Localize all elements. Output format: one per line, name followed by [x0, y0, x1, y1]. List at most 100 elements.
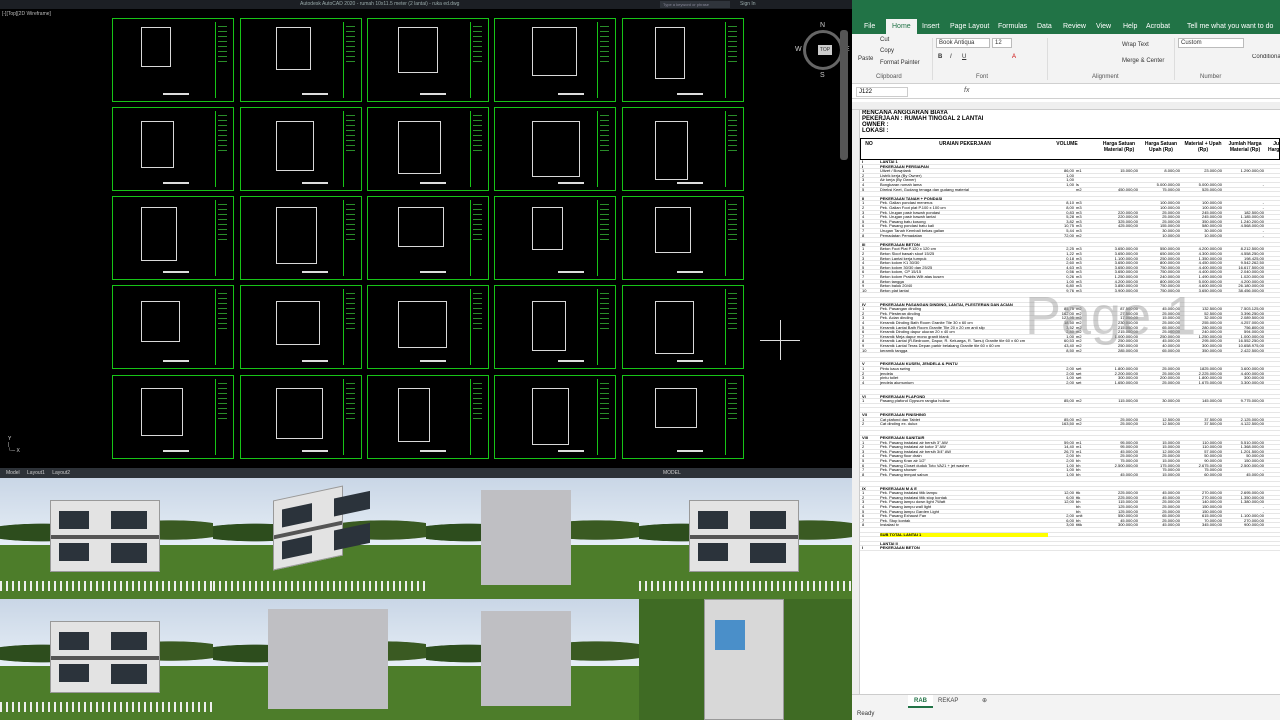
viewcube-top-face[interactable]: TOP	[818, 45, 832, 55]
drawing-sheet[interactable]	[622, 18, 744, 102]
conditional-formatting-button[interactable]: Conditional Formatting	[1252, 54, 1280, 60]
name-box[interactable]: J122	[856, 87, 908, 97]
autocad-statusbar: Model Layout1 Layout2 MODEL	[0, 468, 852, 478]
render-thumbnail[interactable]	[639, 478, 852, 599]
wrap-text-button[interactable]: Wrap Text	[1122, 42, 1149, 48]
merge-center-button[interactable]: Merge & Center	[1122, 58, 1164, 64]
cut-button[interactable]: Cut	[880, 37, 889, 43]
drawing-sheet[interactable]	[622, 375, 744, 459]
drawing-sheet[interactable]	[240, 107, 362, 191]
fence	[213, 581, 426, 591]
fence	[639, 581, 852, 591]
bold-button[interactable]: B	[938, 54, 942, 60]
underline-button[interactable]: U	[962, 54, 966, 60]
fence	[0, 702, 213, 712]
plan-drawing	[276, 121, 314, 171]
model-space-toggle[interactable]: MODEL	[663, 468, 681, 478]
autocad-search-input[interactable]: Type a keyword or phrase	[660, 1, 730, 8]
plan-drawing	[398, 27, 438, 73]
tab-data[interactable]: Data	[1037, 19, 1052, 34]
number-format-select[interactable]: Custom	[1178, 38, 1244, 48]
drawing-sheet[interactable]	[622, 196, 744, 280]
fx-icon[interactable]: fx	[964, 87, 969, 94]
drawing-sheet[interactable]	[367, 107, 489, 191]
sheet-label	[677, 271, 703, 273]
render-thumbnail[interactable]	[426, 599, 639, 720]
viewcube[interactable]: TOP	[803, 30, 843, 70]
render-thumbnail[interactable]	[213, 478, 426, 599]
tab-help[interactable]: Help	[1123, 19, 1137, 34]
tab-layout2[interactable]: Layout2	[52, 470, 70, 476]
tab-layout1[interactable]: Layout1	[27, 470, 45, 476]
render-gallery	[0, 478, 852, 720]
italic-button[interactable]: I	[950, 54, 952, 60]
sheet-label	[163, 93, 189, 95]
sheet-tab-rekap[interactable]: REKAP	[938, 695, 958, 708]
tab-review[interactable]: Review	[1063, 19, 1086, 34]
tab-page-layout[interactable]: Page Layout	[950, 19, 989, 34]
paste-button[interactable]: Paste	[858, 56, 873, 62]
drawing-sheet[interactable]	[367, 18, 489, 102]
sign-in-button[interactable]: Sign In	[740, 0, 756, 9]
render-thumbnail[interactable]	[639, 599, 852, 720]
drawing-sheet[interactable]	[112, 285, 234, 369]
sheet-tab-rab[interactable]: RAB	[908, 695, 933, 708]
drawing-sheet[interactable]	[367, 375, 489, 459]
drawing-sheet[interactable]	[494, 196, 616, 280]
tab-formulas[interactable]: Formulas	[998, 19, 1027, 34]
tab-acrobat[interactable]: Acrobat	[1146, 19, 1170, 34]
drawing-sheet[interactable]	[112, 375, 234, 459]
font-size-select[interactable]: 12	[992, 38, 1012, 48]
cell-d[interactable]: PEKERJAAN BETON	[880, 546, 1048, 551]
drawing-sheet[interactable]	[622, 107, 744, 191]
section-row[interactable]: I PEKERJAAN BETON	[860, 546, 1280, 551]
sheet-label	[302, 271, 328, 273]
drawing-sheet[interactable]	[494, 285, 616, 369]
window	[282, 535, 312, 560]
render-thumbnail[interactable]	[426, 478, 639, 599]
tab-insert[interactable]: Insert	[922, 19, 940, 34]
drawing-sheet[interactable]	[112, 18, 234, 102]
font-color-button[interactable]: A	[1012, 54, 1016, 60]
tab-home[interactable]: Home	[886, 19, 917, 34]
drawing-sheet[interactable]	[622, 285, 744, 369]
drawing-sheet[interactable]	[367, 285, 489, 369]
worksheet-grid[interactable]: RENCANA ANGGARAN BIAYA PEKERJAAN : RUMAH…	[860, 110, 1280, 694]
title-block-column	[215, 200, 229, 276]
title-block-column	[725, 111, 739, 187]
header-no: NO	[865, 141, 873, 147]
drawing-sheet[interactable]	[240, 196, 362, 280]
plan-drawing	[655, 27, 685, 79]
copy-button[interactable]: Copy	[880, 48, 894, 54]
drawing-sheet[interactable]	[240, 18, 362, 102]
tab-model[interactable]: Model	[6, 470, 20, 476]
drawing-sheet[interactable]	[240, 285, 362, 369]
compass-west: W	[795, 46, 802, 53]
drawing-sheet[interactable]	[367, 196, 489, 280]
window	[59, 543, 89, 561]
render-thumbnail[interactable]	[0, 478, 213, 599]
drawing-sheet[interactable]	[494, 18, 616, 102]
sheet-label	[558, 271, 584, 273]
header-volume: VOLUME	[1056, 141, 1078, 147]
plan-drawing	[655, 121, 688, 180]
font-name-select[interactable]: Book Antiqua	[936, 38, 990, 48]
drawing-sheet[interactable]	[112, 196, 234, 280]
viewport-controls[interactable]: [-][Top][2D Wireframe]	[2, 11, 51, 17]
render-thumbnail[interactable]	[0, 599, 213, 720]
cell-no[interactable]: I	[862, 546, 874, 551]
compass-south: S	[820, 72, 825, 79]
autocad-navbar[interactable]	[840, 30, 848, 160]
drawing-sheet[interactable]	[112, 107, 234, 191]
format-painter-button[interactable]: Format Painter	[880, 60, 920, 66]
rab-location: LOKASI :	[862, 128, 889, 134]
drawing-sheet[interactable]	[494, 375, 616, 459]
render-thumbnail[interactable]	[213, 599, 426, 720]
drawing-sheet[interactable]	[494, 107, 616, 191]
tab-view[interactable]: View	[1096, 19, 1111, 34]
building-wall	[481, 611, 571, 706]
drawing-sheet[interactable]	[240, 375, 362, 459]
tell-me-search[interactable]: Tell me what you want to do	[1187, 19, 1280, 34]
add-sheet-icon[interactable]: ⊕	[982, 695, 987, 708]
tab-file[interactable]: File	[864, 19, 875, 34]
